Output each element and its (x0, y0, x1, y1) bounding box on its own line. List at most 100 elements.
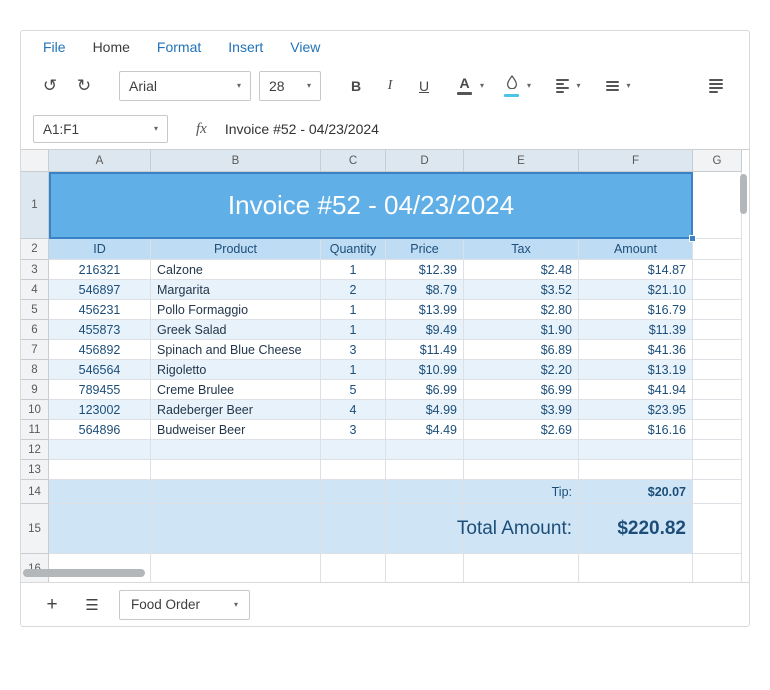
vertical-scrollbar[interactable] (740, 174, 747, 214)
cell-E12[interactable] (464, 440, 579, 460)
cell-D14[interactable] (386, 480, 464, 504)
cell-G1[interactable] (693, 172, 742, 239)
cell-C7[interactable]: 3 (321, 340, 386, 360)
cell-E6[interactable]: $1.90 (464, 320, 579, 340)
row-header-6[interactable]: 6 (21, 320, 49, 340)
menu-item-format[interactable]: Format (157, 39, 201, 55)
row-header-10[interactable]: 10 (21, 400, 49, 420)
menu-item-view[interactable]: View (290, 39, 320, 55)
cell-C16[interactable] (321, 554, 386, 582)
cell-B14[interactable] (151, 480, 321, 504)
cell-F6[interactable]: $11.39 (579, 320, 693, 340)
cell-C11[interactable]: 3 (321, 420, 386, 440)
cell-E13[interactable] (464, 460, 579, 480)
row-header-4[interactable]: 4 (21, 280, 49, 300)
cell-G13[interactable] (693, 460, 742, 480)
cell-G6[interactable] (693, 320, 742, 340)
cell-F14[interactable]: $20.07 (579, 480, 693, 504)
cell-A7[interactable]: 456892 (49, 340, 151, 360)
cell-G12[interactable] (693, 440, 742, 460)
cell-A4[interactable]: 546897 (49, 280, 151, 300)
cell-G14[interactable] (693, 480, 742, 504)
cell-E9[interactable]: $6.99 (464, 380, 579, 400)
cell-B6[interactable]: Greek Salad (151, 320, 321, 340)
cell-A10[interactable]: 123002 (49, 400, 151, 420)
font-family-select[interactable]: Arial ▾ (119, 71, 251, 101)
cell-E16[interactable] (464, 554, 579, 582)
cell-B8[interactable]: Rigoletto (151, 360, 321, 380)
cell-G5[interactable] (693, 300, 742, 320)
undo-button[interactable]: ↺ (37, 71, 63, 101)
cell-A11[interactable]: 564896 (49, 420, 151, 440)
cell-B15[interactable] (151, 504, 321, 554)
cell-B2[interactable]: Product (151, 239, 321, 260)
cell-B9[interactable]: Creme Brulee (151, 380, 321, 400)
row-header-1[interactable]: 1 (21, 172, 49, 239)
cell-F16[interactable] (579, 554, 693, 582)
cell-F13[interactable] (579, 460, 693, 480)
cell-E10[interactable]: $3.99 (464, 400, 579, 420)
font-size-select[interactable]: 28 ▾ (259, 71, 321, 101)
cell-D11[interactable]: $4.49 (386, 420, 464, 440)
text-color-button[interactable]: A ▾ (457, 71, 484, 101)
cell-C4[interactable]: 2 (321, 280, 386, 300)
cell-D12[interactable] (386, 440, 464, 460)
cell-C3[interactable]: 1 (321, 260, 386, 280)
menu-item-file[interactable]: File (43, 39, 66, 55)
horizontal-scrollbar[interactable] (23, 569, 145, 577)
row-header-16[interactable]: 16 (21, 554, 49, 582)
cell-A1-title[interactable]: Invoice #52 - 04/23/2024 (49, 172, 696, 242)
cell-E2[interactable]: Tax (464, 239, 579, 260)
cell-E5[interactable]: $2.80 (464, 300, 579, 320)
cell-E3[interactable]: $2.48 (464, 260, 579, 280)
cell-A13[interactable] (49, 460, 151, 480)
cell-G11[interactable] (693, 420, 742, 440)
cell-B5[interactable]: Pollo Formaggio (151, 300, 321, 320)
cell-F3[interactable]: $14.87 (579, 260, 693, 280)
sheet-list-button[interactable]: ☰ (79, 590, 105, 620)
underline-button[interactable]: U (411, 71, 437, 101)
cell-A5[interactable]: 456231 (49, 300, 151, 320)
cell-F9[interactable]: $41.94 (579, 380, 693, 400)
menu-item-home[interactable]: Home (93, 39, 130, 55)
cell-C10[interactable]: 4 (321, 400, 386, 420)
cell-E11[interactable]: $2.69 (464, 420, 579, 440)
cell-A8[interactable]: 546564 (49, 360, 151, 380)
cell-A9[interactable]: 789455 (49, 380, 151, 400)
cell-F4[interactable]: $21.10 (579, 280, 693, 300)
cell-F5[interactable]: $16.79 (579, 300, 693, 320)
cell-B13[interactable] (151, 460, 321, 480)
bold-button[interactable]: B (343, 71, 369, 101)
cell-D9[interactable]: $6.99 (386, 380, 464, 400)
row-header-11[interactable]: 11 (21, 420, 49, 440)
cell-B7[interactable]: Spinach and Blue Cheese (151, 340, 321, 360)
cell-reference-box[interactable]: A1:F1 ▾ (33, 115, 168, 143)
cell-B12[interactable] (151, 440, 321, 460)
cell-D3[interactable]: $12.39 (386, 260, 464, 280)
cell-A2[interactable]: ID (49, 239, 151, 260)
column-header-F[interactable]: F (579, 150, 693, 172)
cell-D10[interactable]: $4.99 (386, 400, 464, 420)
cell-D7[interactable]: $11.49 (386, 340, 464, 360)
text-align-button[interactable]: ▾ (555, 71, 581, 101)
cell-D15[interactable] (386, 504, 464, 554)
cell-G4[interactable] (693, 280, 742, 300)
fill-color-button[interactable]: ▾ (504, 71, 531, 101)
cell-C13[interactable] (321, 460, 386, 480)
menu-item-insert[interactable]: Insert (228, 39, 263, 55)
column-header-C[interactable]: C (321, 150, 386, 172)
cell-D8[interactable]: $10.99 (386, 360, 464, 380)
cell-A14[interactable] (49, 480, 151, 504)
cell-E4[interactable]: $3.52 (464, 280, 579, 300)
cell-G7[interactable] (693, 340, 742, 360)
column-header-E[interactable]: E (464, 150, 579, 172)
cell-F15[interactable]: $220.82 (579, 504, 693, 554)
cell-C9[interactable]: 5 (321, 380, 386, 400)
cell-F8[interactable]: $13.19 (579, 360, 693, 380)
cell-A6[interactable]: 455873 (49, 320, 151, 340)
row-header-9[interactable]: 9 (21, 380, 49, 400)
column-header-A[interactable]: A (49, 150, 151, 172)
cell-B3[interactable]: Calzone (151, 260, 321, 280)
cell-D6[interactable]: $9.49 (386, 320, 464, 340)
row-header-2[interactable]: 2 (21, 239, 49, 260)
